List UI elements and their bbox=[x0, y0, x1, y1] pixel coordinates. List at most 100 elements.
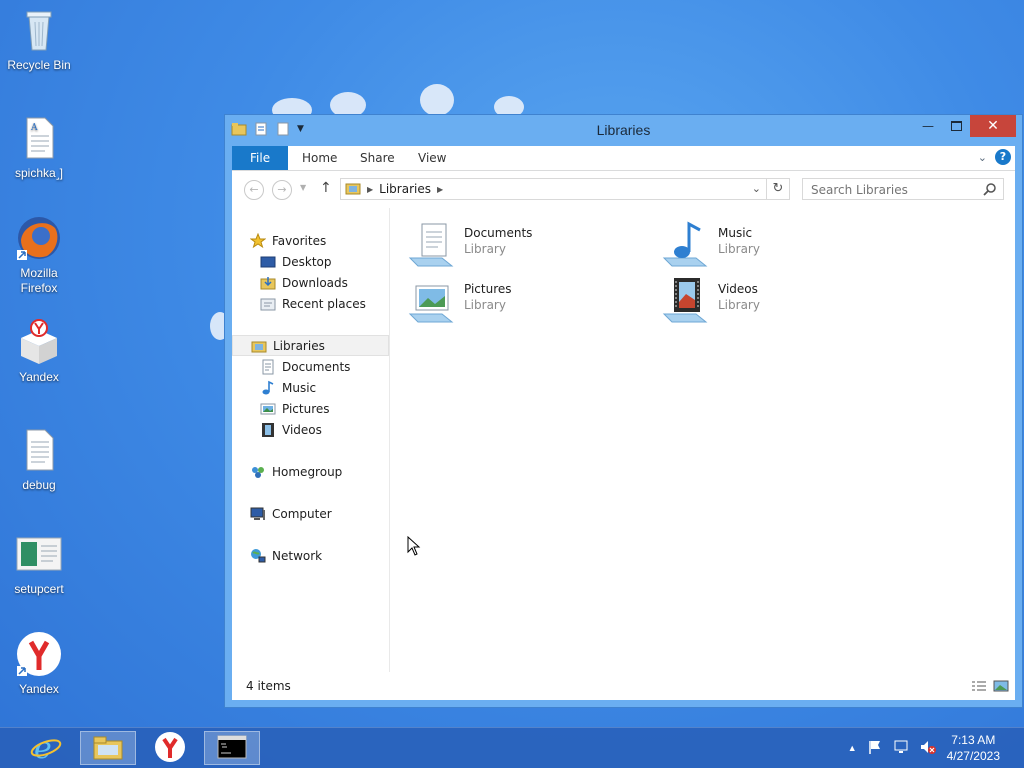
window-body: File Home Share View ⌄ ? ← → ▼ ↑ ▶ Libra… bbox=[232, 146, 1015, 700]
address-row: ← → ▼ ↑ ▶ Libraries ▶ ⌄ ↻ bbox=[232, 171, 1015, 207]
search-icon[interactable] bbox=[983, 182, 997, 199]
title-bar[interactable]: ▼ Libraries — ✕ bbox=[225, 115, 1022, 145]
library-name: Pictures bbox=[464, 282, 512, 296]
content-pane: Documents Library Music Library Pictures Li… bbox=[390, 208, 1015, 672]
taskbar-internet-explorer[interactable]: e bbox=[18, 731, 74, 766]
desktop-icon-label: spichka˼] bbox=[14, 166, 64, 180]
back-button[interactable]: ← bbox=[244, 180, 264, 200]
show-hidden-icons-icon[interactable]: ▲ bbox=[848, 743, 857, 753]
minimize-button[interactable]: — bbox=[914, 115, 942, 137]
desktop-icon-debug[interactable]: debug bbox=[4, 426, 74, 493]
tab-view[interactable]: View bbox=[404, 146, 460, 170]
nav-item-desktop[interactable]: Desktop bbox=[232, 251, 389, 272]
breadcrumb-separator-icon: ▶ bbox=[367, 184, 374, 194]
tab-share[interactable]: Share bbox=[346, 146, 409, 170]
library-type: Library bbox=[718, 298, 760, 312]
nav-item-music[interactable]: Music bbox=[232, 377, 389, 398]
details-view-icon[interactable] bbox=[971, 680, 987, 695]
library-item-videos[interactable]: Videos Library bbox=[662, 276, 902, 328]
nav-item-label: Videos bbox=[282, 422, 322, 437]
nav-item-label: Documents bbox=[282, 359, 351, 374]
recycle-bin-icon bbox=[15, 6, 63, 54]
nav-item-videos[interactable]: Videos bbox=[232, 419, 389, 440]
desktop-icon-recycle-bin[interactable]: Recycle Bin bbox=[4, 6, 74, 73]
nav-item-documents[interactable]: Documents bbox=[232, 356, 389, 377]
library-item-pictures[interactable]: Pictures Library bbox=[408, 276, 648, 328]
breadcrumb-chevron-icon[interactable]: ▶ bbox=[437, 185, 443, 194]
refresh-button[interactable]: ↻ bbox=[766, 179, 789, 199]
tab-home[interactable]: Home bbox=[288, 146, 351, 170]
action-center-flag-icon[interactable] bbox=[867, 739, 883, 758]
library-name: Music bbox=[718, 226, 753, 240]
nav-item-pictures[interactable]: Pictures bbox=[232, 398, 389, 419]
taskbar-command-prompt[interactable] bbox=[204, 731, 260, 765]
library-type: Library bbox=[718, 242, 760, 256]
view-switcher bbox=[971, 680, 1009, 695]
taskbar: e ▲ 7:13 AM 4/27/2023 bbox=[0, 727, 1024, 768]
clock-date: 4/27/2023 bbox=[946, 749, 1000, 763]
clock[interactable]: 7:13 AM 4/27/2023 bbox=[947, 732, 1000, 764]
explorer-window: ▼ Libraries — ✕ File Home Share View ⌄ ?… bbox=[224, 114, 1023, 708]
desktop-icon-label: Recycle Bin bbox=[7, 58, 71, 72]
address-dropdown-icon[interactable]: ⌄ bbox=[752, 182, 761, 195]
expand-ribbon-icon[interactable]: ⌄ bbox=[978, 151, 987, 164]
nav-item-recent-places[interactable]: Recent places bbox=[232, 293, 389, 314]
item-count: 4 items bbox=[246, 679, 291, 693]
desktop-icon-spichka[interactable]: A spichka˼] bbox=[4, 114, 74, 181]
nav-item-label: Favorites bbox=[272, 233, 327, 248]
address-bar[interactable]: ▶ Libraries ▶ ⌄ bbox=[340, 178, 790, 200]
nav-item-network[interactable]: Network bbox=[232, 545, 389, 566]
nav-item-computer[interactable]: Computer bbox=[232, 503, 389, 524]
status-bar: 4 items bbox=[232, 672, 1015, 700]
search-input[interactable] bbox=[803, 179, 983, 201]
text-file-icon: A bbox=[15, 114, 63, 162]
nav-item-label: Downloads bbox=[282, 275, 348, 290]
star-icon bbox=[249, 232, 267, 249]
desktop-icon-label: Yandex bbox=[19, 682, 59, 696]
videos-icon bbox=[260, 422, 276, 438]
nav-item-label: Music bbox=[282, 380, 317, 395]
help-icon[interactable]: ? bbox=[995, 149, 1011, 165]
library-item-documents[interactable]: Documents Library bbox=[408, 220, 648, 272]
network-status-icon[interactable] bbox=[893, 739, 909, 758]
taskbar-file-explorer[interactable] bbox=[80, 731, 136, 765]
recent-locations-icon[interactable]: ▼ bbox=[300, 183, 306, 192]
pictures-icon bbox=[260, 401, 276, 417]
up-arrow-icon[interactable]: ↑ bbox=[320, 180, 332, 196]
nav-item-homegroup[interactable]: Homegroup bbox=[232, 461, 389, 482]
homegroup-icon bbox=[250, 464, 266, 480]
maximize-icon bbox=[950, 121, 962, 131]
mouse-cursor-icon bbox=[407, 535, 421, 559]
file-explorer-icon bbox=[92, 733, 124, 764]
forward-button[interactable]: → bbox=[272, 180, 292, 200]
downloads-icon bbox=[260, 275, 276, 291]
refresh-icon: ↻ bbox=[772, 181, 784, 196]
music-icon bbox=[260, 380, 276, 396]
ribbon-tabs: File Home Share View ⌄ ? bbox=[232, 146, 1015, 171]
nav-item-favorites[interactable]: Favorites bbox=[232, 230, 389, 251]
network-icon bbox=[250, 548, 266, 564]
volume-muted-icon[interactable] bbox=[919, 739, 937, 758]
nav-item-downloads[interactable]: Downloads bbox=[232, 272, 389, 293]
command-prompt-icon bbox=[217, 735, 247, 762]
desktop-icon-yandex[interactable]: Yandex bbox=[4, 630, 74, 697]
nav-item-libraries[interactable]: Libraries bbox=[232, 335, 389, 356]
desktop-icon-setupcert[interactable]: setupcert bbox=[4, 530, 74, 597]
desktop-icon-firefox[interactable]: Mozilla Firefox bbox=[4, 214, 74, 296]
breadcrumb-libraries[interactable]: Libraries bbox=[379, 182, 431, 196]
taskbar-yandex[interactable] bbox=[142, 731, 198, 765]
yandex-box-icon bbox=[15, 318, 63, 366]
nav-item-label: Libraries bbox=[273, 338, 325, 353]
nav-item-label: Desktop bbox=[282, 254, 332, 269]
clock-time: 7:13 AM bbox=[951, 733, 996, 747]
library-item-music[interactable]: Music Library bbox=[662, 220, 902, 272]
nav-item-label: Computer bbox=[272, 506, 332, 521]
tab-file[interactable]: File bbox=[232, 146, 289, 170]
desktop-icon-yandex-installer[interactable]: Yandex bbox=[4, 318, 74, 385]
large-icons-view-icon[interactable] bbox=[993, 680, 1009, 695]
close-button[interactable]: ✕ bbox=[970, 115, 1016, 137]
library-type: Library bbox=[464, 298, 506, 312]
maximize-button[interactable] bbox=[942, 115, 970, 137]
back-arrow-icon: ← bbox=[249, 183, 259, 196]
forward-arrow-icon: → bbox=[277, 183, 287, 196]
